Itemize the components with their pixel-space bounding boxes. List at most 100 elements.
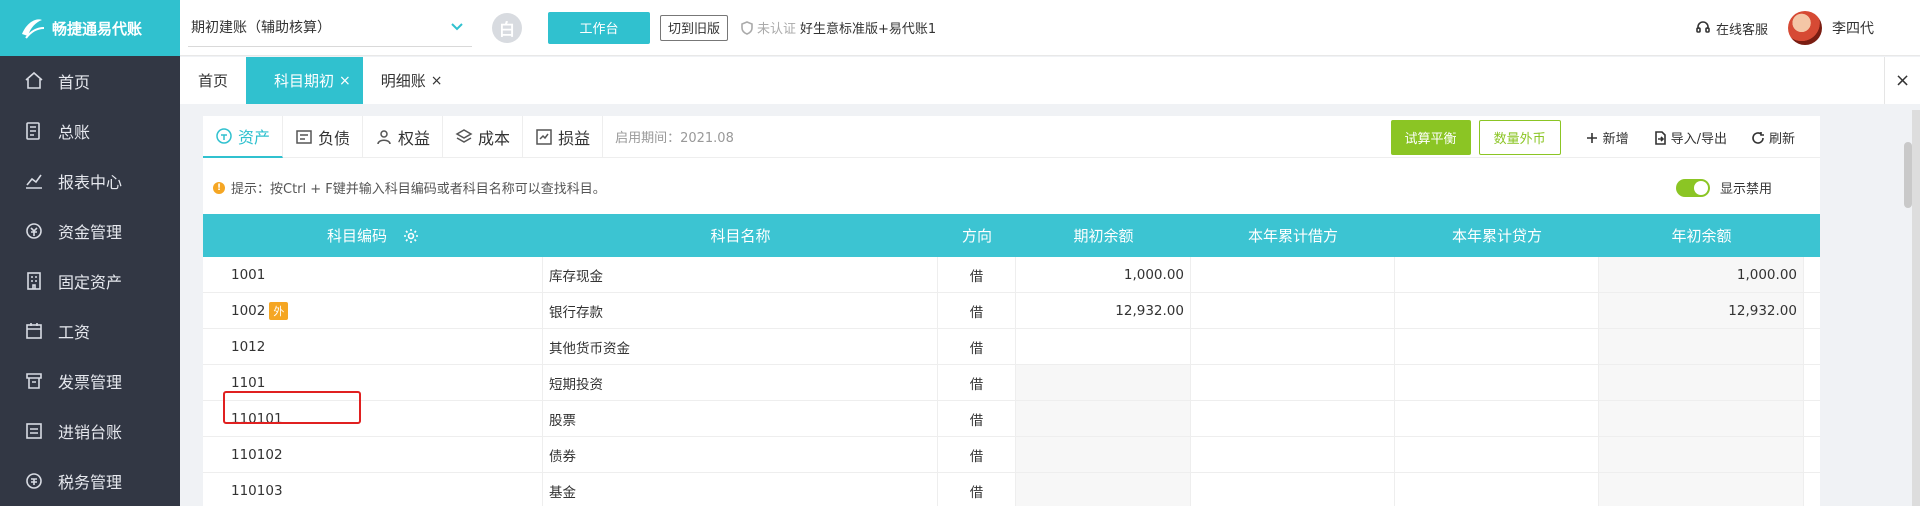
trial-balance-button[interactable]: 试算平衡 (1390, 120, 1471, 155)
online-service-button[interactable]: 在线客服 (1695, 19, 1768, 38)
cell-ytd-debit[interactable] (1191, 401, 1395, 436)
table-row[interactable]: 110101 股票借 (203, 401, 1820, 437)
sidebar-item[interactable]: 固定资产 (0, 256, 180, 306)
cell-code[interactable]: 110102 (203, 437, 543, 472)
liability-icon (296, 129, 312, 144)
cell-name[interactable]: 基金 (543, 473, 938, 506)
cell-name[interactable]: 库存现金 (543, 257, 938, 292)
brand-logo[interactable]: 畅捷通易代账 (0, 0, 180, 56)
sidebar-item[interactable]: 总账 (0, 106, 180, 156)
category-tab[interactable]: 权益 (363, 115, 444, 158)
cell-year-start-balance[interactable] (1599, 437, 1804, 472)
quantity-foreign-currency-button[interactable]: 数量外币 (1478, 120, 1561, 155)
category-tab[interactable]: 资产 (203, 115, 284, 158)
table-row[interactable]: 110102 债券借 (203, 437, 1820, 473)
sidebar-item[interactable]: 税务管理 (0, 456, 180, 506)
cell-ytd-credit[interactable] (1395, 329, 1599, 364)
page-tab[interactable]: 明细账 × (363, 57, 461, 104)
cell-direction[interactable]: 借 (938, 437, 1016, 472)
sidebar-item[interactable]: 发票管理 (0, 356, 180, 406)
sidebar-item[interactable]: 资金管理 (0, 206, 180, 256)
avatar[interactable] (1788, 11, 1822, 45)
category-tab[interactable]: 负债 (283, 115, 364, 158)
cell-ytd-debit[interactable] (1191, 293, 1395, 328)
ledger-icon (26, 122, 40, 140)
cell-direction[interactable]: 借 (938, 473, 1016, 506)
cell-name[interactable]: 债券 (543, 437, 938, 472)
certification-status[interactable]: 未认证 好生意标准版+易代账1 (740, 18, 936, 37)
cell-direction[interactable]: 借 (938, 257, 1016, 292)
category-tab[interactable]: 成本 (443, 115, 524, 158)
cell-opening-balance[interactable] (1016, 401, 1191, 436)
toggle-switch[interactable] (1675, 178, 1710, 197)
cell-year-start-balance[interactable]: 1,000.00 (1599, 257, 1804, 292)
cell-opening-balance[interactable]: 12,932.00 (1016, 293, 1191, 328)
close-icon[interactable]: × (431, 73, 443, 89)
close-icon[interactable]: × (339, 73, 351, 89)
cell-ytd-debit[interactable] (1191, 329, 1395, 364)
category-tab[interactable]: 损益 (523, 115, 604, 158)
cell-year-start-balance[interactable] (1599, 365, 1804, 400)
cell-opening-balance[interactable]: 1,000.00 (1016, 257, 1191, 292)
cell-ytd-debit[interactable] (1191, 473, 1395, 506)
cell-opening-balance[interactable] (1016, 473, 1191, 506)
calendar-icon (26, 323, 42, 339)
cell-ytd-credit[interactable] (1395, 401, 1599, 436)
cell-code[interactable]: 110103 (203, 473, 543, 506)
user-name[interactable]: 李四代 (1832, 18, 1874, 38)
cell-ytd-debit[interactable] (1191, 437, 1395, 472)
import-export-button[interactable]: 导入/导出 (1653, 128, 1727, 147)
cell-direction[interactable]: 借 (938, 401, 1016, 436)
status-circle-button[interactable]: 白 (492, 12, 522, 43)
cell-ytd-credit[interactable] (1395, 257, 1599, 292)
cell-year-start-balance[interactable]: 12,932.00 (1599, 293, 1804, 328)
cell-year-start-balance[interactable] (1599, 473, 1804, 506)
cell-code[interactable]: 1001 (203, 257, 543, 292)
add-button[interactable]: 新增 (1585, 128, 1629, 147)
table-scrollbar[interactable] (1904, 142, 1912, 208)
sidebar-item[interactable]: 进销台账 (0, 406, 180, 456)
cell-code[interactable]: 1012 (203, 329, 543, 364)
gear-icon[interactable] (403, 228, 419, 244)
chevron-down-icon (451, 23, 463, 31)
cell-opening-balance[interactable] (1016, 437, 1191, 472)
cell-direction[interactable]: 借 (938, 365, 1016, 400)
account-book-select[interactable]: 期初建账（辅助核算） (188, 9, 472, 47)
cell-ytd-credit[interactable] (1395, 365, 1599, 400)
table-row[interactable]: 1002 外银行存款借 12,932.00 12,932.00 (203, 293, 1820, 329)
cell-year-start-balance[interactable] (1599, 401, 1804, 436)
cell-name[interactable]: 股票 (543, 401, 938, 436)
cell-code[interactable]: 1002 外 (203, 293, 543, 328)
cell-opening-balance[interactable] (1016, 365, 1191, 400)
table-row[interactable]: 1001 库存现金借 1,000.00 1,000.00 (203, 257, 1820, 293)
table-row[interactable]: 1101 短期投资借 (203, 365, 1820, 401)
sidebar-item[interactable]: 首页 (0, 56, 180, 106)
workbench-button[interactable]: 工作台 (548, 11, 650, 44)
cell-opening-balance[interactable] (1016, 329, 1191, 364)
cell-ytd-debit[interactable] (1191, 365, 1395, 400)
switch-old-version-button[interactable]: 切到旧版 (660, 14, 729, 41)
import-export-icon (1654, 130, 1666, 145)
cell-name[interactable]: 短期投资 (543, 365, 938, 400)
cell-ytd-credit[interactable] (1395, 293, 1599, 328)
sidebar-item[interactable]: 工资 (0, 306, 180, 356)
sidebar-item[interactable]: 报表中心 (0, 156, 180, 206)
sidebar-item-label: 报表中心 (58, 173, 123, 192)
table-row[interactable]: 1012 其他货币资金借 (203, 329, 1820, 365)
cell-direction[interactable]: 借 (938, 329, 1016, 364)
cell-ytd-debit[interactable] (1191, 257, 1395, 292)
table-row[interactable]: 110103 基金借 (203, 473, 1820, 506)
cell-name[interactable]: 其他货币资金 (543, 329, 938, 364)
close-all-tabs-icon[interactable]: × (1884, 57, 1920, 104)
cell-direction[interactable]: 借 (938, 293, 1016, 328)
show-disabled-toggle[interactable]: 显示禁用 (1675, 178, 1772, 197)
page-tab[interactable]: 科目期初 × (246, 57, 363, 104)
page-tab[interactable]: 首页 (180, 57, 246, 104)
page-scrollbar[interactable] (1912, 110, 1920, 506)
header-year-start-balance: 年初余额 (1671, 227, 1732, 245)
cell-ytd-credit[interactable] (1395, 437, 1599, 472)
cell-ytd-credit[interactable] (1395, 473, 1599, 506)
refresh-button[interactable]: 刷新 (1751, 128, 1795, 147)
cell-year-start-balance[interactable] (1599, 329, 1804, 364)
cell-name[interactable]: 银行存款 (543, 293, 938, 328)
